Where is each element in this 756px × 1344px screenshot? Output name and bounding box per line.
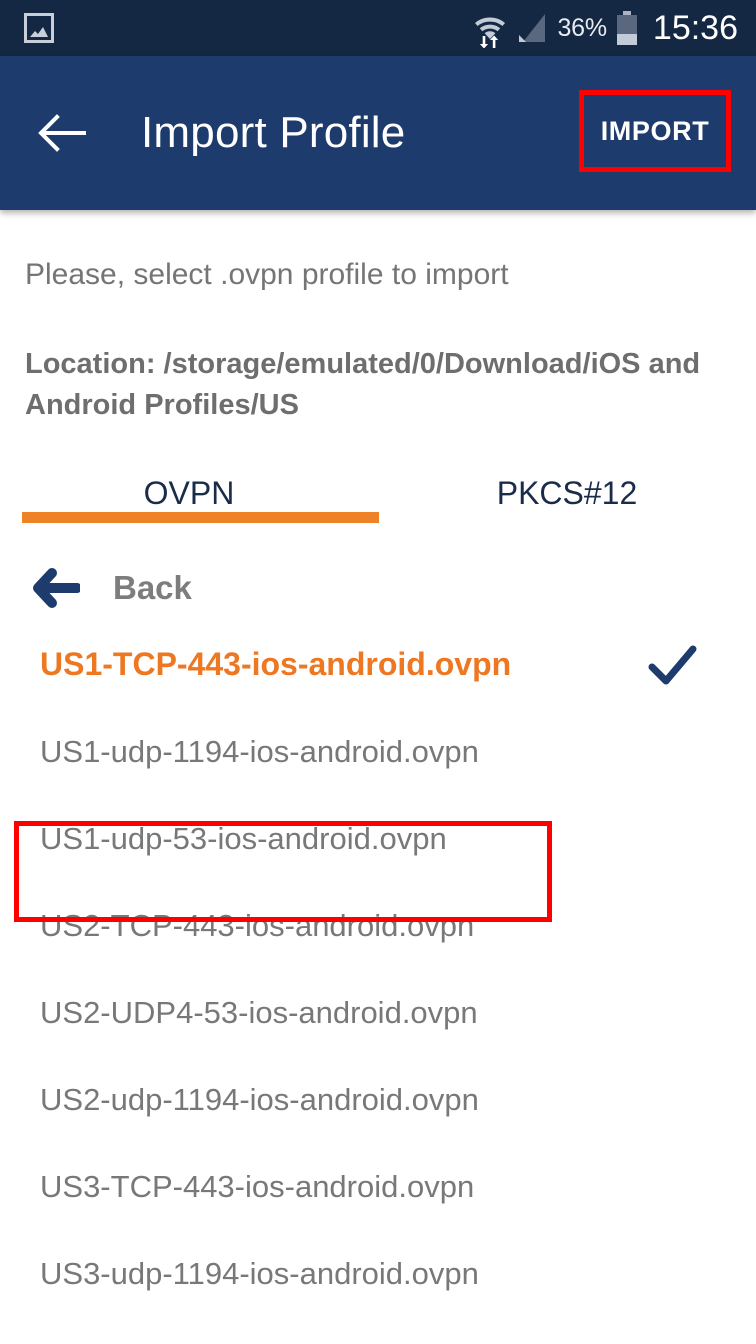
file-row[interactable]: US1-udp-53-ios-android.ovpn (0, 795, 756, 882)
tab-ovpn-label: OVPN (143, 474, 235, 511)
tab-pkcs12[interactable]: PKCS#12 (378, 455, 756, 531)
arrow-left-icon (38, 114, 86, 152)
file-row[interactable]: US3-TCP-443-ios-android.ovpn (0, 1143, 756, 1230)
file-row[interactable]: US2-TCP-443-ios-android.ovpn (0, 882, 756, 969)
file-name: US1-udp-53-ios-android.ovpn (40, 820, 447, 856)
import-button-label: IMPORT (600, 115, 710, 146)
file-row[interactable]: US3-udp-1194-ios-android.ovpn (0, 1230, 756, 1317)
file-name: US3-TCP-443-ios-android.ovpn (40, 1168, 475, 1204)
file-name: US2-UDP4-53-ios-android.ovpn (40, 994, 478, 1030)
back-folder-row[interactable]: Back (0, 555, 756, 621)
import-button[interactable]: IMPORT (579, 90, 731, 172)
file-name: US1-TCP-443-ios-android.ovpn (40, 646, 512, 682)
content-area: Please, select .ovpn profile to import L… (0, 210, 756, 1344)
status-bar-left (24, 13, 54, 43)
status-bar-right: 36% 15:36 (473, 8, 738, 48)
arrow-left-icon (33, 568, 80, 608)
file-name: US2-udp-1194-ios-android.ovpn (40, 1081, 479, 1117)
file-name: US3-udp-1194-ios-android.ovpn (40, 1255, 479, 1291)
battery-icon (616, 11, 637, 45)
file-row-selected[interactable]: US1-TCP-443-ios-android.ovpn (0, 621, 756, 708)
file-row[interactable]: US2-UDP4-53-ios-android.ovpn (0, 969, 756, 1056)
app-bar: Import Profile IMPORT (0, 56, 756, 210)
wifi-icon (475, 17, 506, 48)
cellular-signal-icon (519, 14, 546, 42)
back-folder-label: Back (113, 569, 192, 606)
back-button[interactable] (34, 105, 90, 161)
check-icon (648, 645, 697, 684)
battery-fill (616, 34, 637, 45)
page-title: Import Profile (141, 108, 406, 157)
file-list: US1-TCP-443-ios-android.ovpn US1-udp-119… (0, 621, 756, 1317)
gallery-icon-glyph (30, 27, 48, 37)
tab-pkcs12-label: PKCS#12 (496, 474, 638, 511)
file-name: US2-TCP-443-ios-android.ovpn (40, 907, 475, 943)
file-row[interactable]: US2-udp-1194-ios-android.ovpn (0, 1056, 756, 1143)
gallery-icon (24, 13, 54, 43)
instruction-text: Please, select .ovpn profile to import (25, 258, 509, 291)
file-name: US1-udp-1194-ios-android.ovpn (40, 733, 479, 769)
location-path: Location: /storage/emulated/0/Download/i… (25, 348, 701, 421)
file-row[interactable]: US1-udp-1194-ios-android.ovpn (0, 708, 756, 795)
status-bar-clock: 15:36 (652, 9, 738, 47)
status-bar: 36% 15:36 (0, 0, 756, 56)
battery-percent-label: 36% (557, 13, 607, 42)
tab-active-indicator (22, 512, 379, 523)
